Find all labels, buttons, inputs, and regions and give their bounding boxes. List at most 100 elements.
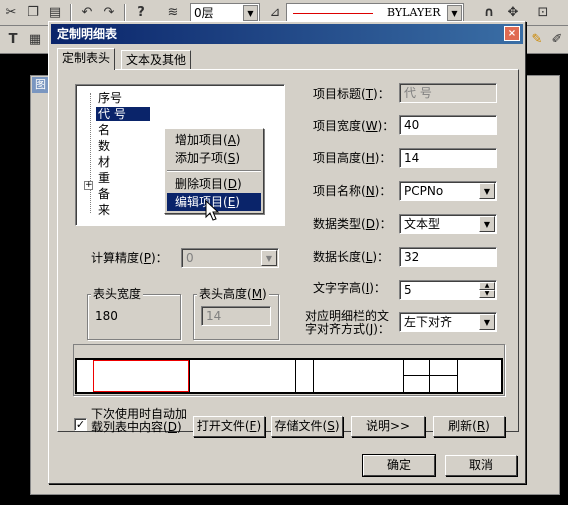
save-file-button[interactable]: 存储文件(S) xyxy=(271,416,343,437)
brush-icon[interactable]: ✐ xyxy=(548,31,566,49)
linetype-value: BYLAYER xyxy=(387,6,441,19)
undo-icon[interactable]: ↶ xyxy=(78,4,96,22)
chevron-down-icon[interactable]: ▼ xyxy=(479,314,495,330)
dialog-titlebar[interactable]: 定制明细表 × xyxy=(51,24,523,44)
text-align-combo[interactable]: 左下对齐 ▼ xyxy=(399,312,497,332)
menu-item-label: 删除项目 xyxy=(175,177,224,191)
header-width-value: 180 xyxy=(95,309,118,323)
tree-item-remark[interactable]: 备 xyxy=(98,187,110,201)
item-height-label: 项目高度(H)： xyxy=(313,151,392,165)
item-title-field[interactable]: 代 号 xyxy=(399,83,497,103)
dialog-title: 定制明细表 xyxy=(57,27,118,41)
redo-icon[interactable]: ↷ xyxy=(100,4,118,22)
pencil-icon[interactable]: ✎ xyxy=(528,31,546,49)
item-width-value: 40 xyxy=(404,118,420,132)
precision-value: 0 xyxy=(186,251,194,265)
item-width-label: 项目宽度(W)： xyxy=(313,119,395,133)
menu-separator xyxy=(167,170,261,172)
chevron-down-icon[interactable]: ▼ xyxy=(261,250,277,266)
item-name-label: 项目名称(N)： xyxy=(313,184,392,198)
menu-item-delete-item[interactable]: 删除项目(D) xyxy=(167,175,261,193)
tree-item-code[interactable]: 代 号 xyxy=(98,107,126,121)
preview-divider xyxy=(189,360,190,392)
precision-combo[interactable]: 0 ▼ xyxy=(181,248,279,268)
tree-item-quantity[interactable]: 数 xyxy=(98,139,110,153)
precision-label: 计算精度(P)： xyxy=(91,251,168,265)
cancel-button[interactable]: 取消 xyxy=(445,455,517,476)
menu-item-add-item[interactable]: 增加项目(A) xyxy=(167,131,261,149)
text-align-value: 左下对齐 xyxy=(404,315,453,329)
menu-item-key: D xyxy=(227,177,237,191)
spin-down-icon[interactable]: ▼ xyxy=(479,290,495,298)
linetype-sample xyxy=(293,13,373,14)
tree-item-weight[interactable]: 重 xyxy=(98,171,110,185)
tab-text-other[interactable]: 文本及其他 xyxy=(121,50,192,70)
refresh-button[interactable]: 刷新(R) xyxy=(433,416,505,437)
menu-item-add-subitem[interactable]: 添加子项(S) xyxy=(167,149,261,167)
data-length-value: 32 xyxy=(404,250,420,264)
menu-item-label: 添加子项 xyxy=(175,151,224,165)
preview-divider xyxy=(403,375,457,376)
ok-button[interactable]: 确定 xyxy=(363,455,435,476)
preview-divider xyxy=(457,360,458,392)
toolbar-separator xyxy=(124,4,126,22)
tab-custom-header[interactable]: 定制表头 xyxy=(57,48,116,70)
preview-divider xyxy=(429,360,430,392)
preview-divider xyxy=(403,360,404,392)
chevron-down-icon[interactable]: ▼ xyxy=(447,5,462,21)
text-height-value: 5 xyxy=(404,283,412,297)
custom-detail-table-dialog: 定制明细表 × 定制表头 文本及其他 序号 代 号 名 数 材 重 + 备 来 … xyxy=(48,21,526,484)
item-name-combo[interactable]: PCPNo ▼ xyxy=(399,181,497,201)
explain-button[interactable]: 说明>> xyxy=(351,416,425,437)
chevron-down-icon[interactable]: ▼ xyxy=(479,183,495,199)
snap-icon[interactable]: ∩ xyxy=(480,4,498,22)
chevron-down-icon[interactable]: ▼ xyxy=(243,5,258,21)
data-type-combo[interactable]: 文本型 ▼ xyxy=(399,214,497,234)
tree-item-name[interactable]: 名 xyxy=(98,123,110,137)
menu-item-key: S xyxy=(227,151,236,165)
tree-item-source[interactable]: 来 xyxy=(98,203,110,217)
close-icon[interactable]: × xyxy=(504,26,520,41)
copy-icon[interactable]: ❐ xyxy=(24,4,42,22)
menu-item-key: A xyxy=(227,133,236,147)
tree-item-serial[interactable]: 序号 xyxy=(98,91,122,105)
data-type-value: 文本型 xyxy=(404,217,441,231)
item-title-value: 代 号 xyxy=(404,86,432,100)
item-height-field[interactable]: 14 xyxy=(399,148,497,168)
item-name-value: PCPNo xyxy=(404,184,444,198)
header-width-title: 表头宽度 xyxy=(91,287,144,301)
autoload-checkbox[interactable]: ✓ xyxy=(74,418,87,431)
autoload-label: 下次使用时自动加 载列表中内容(D) xyxy=(91,407,188,434)
linetype-combo[interactable]: BYLAYER ▼ xyxy=(286,3,464,23)
item-width-field[interactable]: 40 xyxy=(399,115,497,135)
pan-icon[interactable]: ✥ xyxy=(504,4,522,22)
text-height-spinner[interactable]: 5 ▲ ▼ xyxy=(399,280,497,300)
header-height-field[interactable]: 14 xyxy=(201,306,271,326)
layer-manager-icon[interactable]: ≋ xyxy=(164,4,182,22)
open-file-button[interactable]: 打开文件(F) xyxy=(193,416,265,437)
menu-item-key: E xyxy=(227,195,236,209)
tree-item-material[interactable]: 材 xyxy=(98,155,110,169)
mouse-cursor-icon xyxy=(205,200,220,221)
linetype-icon[interactable]: ⊿ xyxy=(266,4,284,22)
table-tool-icon[interactable]: ▦ xyxy=(26,31,44,49)
tree-connector xyxy=(90,93,91,213)
chevron-down-icon[interactable]: ▼ xyxy=(479,216,495,232)
header-height-value: 14 xyxy=(206,309,222,323)
layer-combo[interactable]: 0层 ▼ xyxy=(190,3,260,23)
preview-selected-cell xyxy=(93,360,189,392)
help-icon[interactable]: ? xyxy=(132,4,150,22)
data-length-field[interactable]: 32 xyxy=(399,247,497,267)
item-height-value: 14 xyxy=(404,151,420,165)
menu-item-label: 增加项目 xyxy=(175,133,224,147)
text-height-label: 文字字高(I)： xyxy=(313,281,386,295)
spin-up-icon[interactable]: ▲ xyxy=(479,282,495,290)
cut-icon[interactable]: ✂ xyxy=(2,4,20,22)
text-tool-icon[interactable]: T xyxy=(4,31,22,49)
header-preview xyxy=(75,358,503,394)
zoom-icon[interactable]: ⊡ xyxy=(534,4,552,22)
preview-divider xyxy=(295,360,296,392)
tree-expander-icon[interactable]: + xyxy=(84,181,93,190)
paste-icon[interactable]: ▤ xyxy=(46,4,64,22)
toolbar-separator xyxy=(70,4,72,22)
